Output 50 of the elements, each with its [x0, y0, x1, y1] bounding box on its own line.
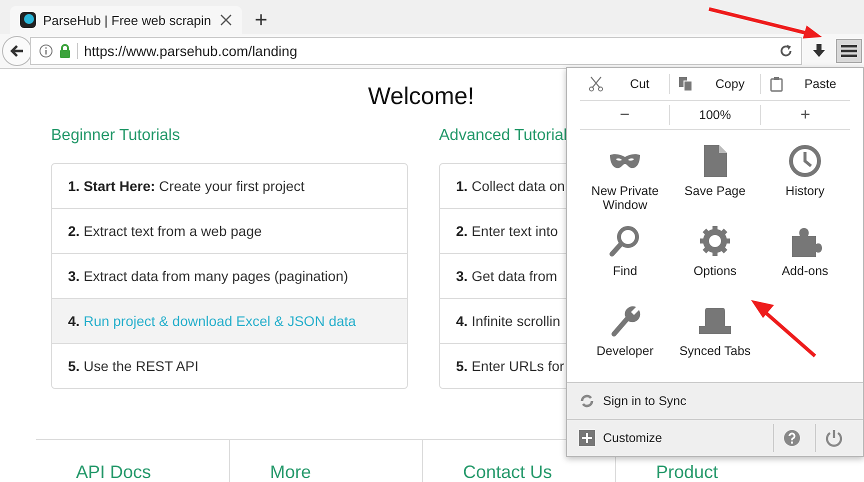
- clipboard-icon: [768, 76, 785, 92]
- zoom-reset-button[interactable]: 100%: [669, 105, 760, 125]
- sync-button[interactable]: Sign in to Sync: [579, 393, 686, 409]
- back-button[interactable]: [2, 36, 32, 66]
- browser-tab[interactable]: ParseHub | Free web scrapin: [10, 6, 242, 34]
- footer-link[interactable]: API Docs: [76, 462, 152, 482]
- back-arrow-icon: [9, 43, 25, 59]
- footer-link[interactable]: Product: [656, 462, 718, 482]
- tutorial-link[interactable]: 5. Use the REST API: [52, 343, 407, 388]
- copy-icon: [678, 76, 694, 92]
- footer-link[interactable]: Contact Us: [463, 462, 552, 482]
- section-heading: Advanced Tutorial: [439, 127, 568, 145]
- download-icon: [811, 43, 827, 59]
- menu-icon: [841, 44, 857, 58]
- power-icon: [824, 429, 842, 447]
- new-tab-button[interactable]: +: [246, 6, 276, 34]
- address-field[interactable]: https://www.parsehub.com/landing: [30, 37, 802, 65]
- help-icon: [784, 430, 800, 446]
- tutorial-link[interactable]: 2. Extract text from a web page: [52, 208, 407, 253]
- tutorial-link[interactable]: 1. Start Here: Create your first project: [52, 164, 407, 208]
- menu-item[interactable]: Add-ons: [760, 218, 850, 298]
- scissors-icon: [588, 76, 604, 92]
- edit-button[interactable]: Cut: [580, 74, 670, 94]
- zoom-out-button[interactable]: −: [580, 105, 670, 125]
- section-heading: Beginner Tutorials: [51, 127, 181, 145]
- menu-item[interactable]: Find: [580, 218, 670, 298]
- edit-button[interactable]: Paste: [760, 74, 850, 94]
- menu-item[interactable]: Synced Tabs: [670, 298, 760, 378]
- menu-item[interactable]: New Private Window: [580, 138, 670, 218]
- menu-item[interactable]: History: [760, 138, 850, 218]
- menu-button[interactable]: [836, 39, 862, 63]
- footer-link[interactable]: More: [270, 462, 312, 482]
- menu-item[interactable]: Developer: [580, 298, 670, 378]
- zoom-in-button[interactable]: +: [760, 105, 850, 125]
- info-icon[interactable]: [39, 44, 53, 58]
- plus-icon: [579, 430, 595, 446]
- search-icon: [608, 224, 642, 258]
- page-title: Welcome!: [368, 83, 474, 111]
- menu-item[interactable]: Save Page: [670, 138, 760, 218]
- clock-icon: [788, 144, 822, 178]
- menu-item[interactable]: Options: [670, 218, 760, 298]
- gear-icon: [698, 224, 732, 258]
- reload-icon[interactable]: [779, 44, 793, 58]
- logo-icon: [20, 12, 36, 28]
- annotation-arrow: [751, 300, 816, 358]
- edit-button[interactable]: Copy: [669, 74, 760, 94]
- sync-icon: [579, 393, 595, 409]
- lock-icon: [59, 44, 71, 58]
- tutorial-link[interactable]: 4. Run project & download Excel & JSON data: [52, 298, 407, 343]
- close-icon[interactable]: [220, 14, 232, 26]
